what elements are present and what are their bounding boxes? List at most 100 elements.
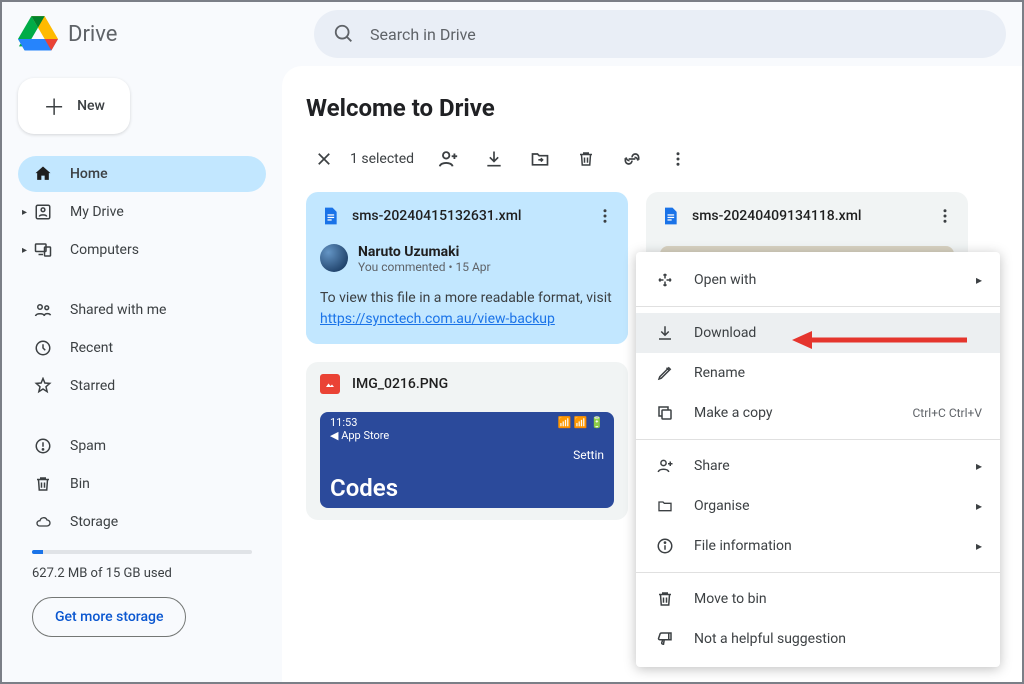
- chevron-right-icon: ▸: [976, 499, 982, 513]
- menu-file-info[interactable]: File information ▸: [636, 526, 1000, 566]
- menu-label: Make a copy: [694, 405, 773, 421]
- menu-label: Share: [694, 458, 730, 474]
- info-icon: [654, 537, 676, 555]
- menu-label: Not a helpful suggestion: [694, 631, 846, 647]
- selection-count: 1 selected: [350, 151, 414, 167]
- cloud-icon: [32, 514, 54, 530]
- search-placeholder: Search in Drive: [370, 25, 476, 44]
- nav: Home ▸ My Drive ▸ Computers: [18, 156, 266, 540]
- sidebar-item-mydrive[interactable]: ▸ My Drive: [18, 194, 266, 230]
- trash-icon: [654, 590, 676, 608]
- menu-move-to-bin[interactable]: Move to bin: [636, 579, 1000, 619]
- file-card-image[interactable]: IMG_0216.PNG 11:53📶 📶 🔋 ◀ App Store Sett…: [306, 362, 628, 520]
- avatar: [320, 244, 348, 272]
- menu-rename[interactable]: Rename: [636, 353, 1000, 393]
- star-icon: [32, 377, 54, 395]
- topbar: Drive Search in Drive: [2, 2, 1022, 66]
- download-icon: [654, 324, 676, 342]
- image-preview: 11:53📶 📶 🔋 ◀ App Store Settin Codes: [320, 412, 614, 508]
- home-icon: [32, 164, 54, 184]
- storage-bar: [32, 550, 252, 554]
- bin-icon: [32, 475, 54, 493]
- menu-share[interactable]: Share ▸: [636, 446, 1000, 486]
- computers-icon: [32, 241, 54, 259]
- context-menu: Open with ▸ Download Rename Make a copy …: [636, 252, 1000, 667]
- sidebar-item-spam[interactable]: Spam: [18, 428, 266, 464]
- menu-label: Move to bin: [694, 591, 767, 607]
- sidebar-item-recent[interactable]: Recent: [18, 330, 266, 366]
- new-button-label: New: [77, 98, 105, 114]
- card-more-icon[interactable]: [596, 207, 614, 225]
- chevron-right-icon: ▸: [976, 273, 982, 287]
- recent-icon: [32, 339, 54, 357]
- menu-label: Open with: [694, 272, 756, 288]
- new-button[interactable]: ＋ New: [18, 78, 130, 134]
- sidebar-item-label: Starred: [70, 378, 115, 394]
- chevron-right-icon: ▸: [22, 207, 27, 218]
- sidebar-item-label: Recent: [70, 340, 113, 356]
- move-icon[interactable]: [528, 149, 552, 169]
- sidebar-item-home[interactable]: Home: [18, 156, 266, 192]
- commenter-sub: You commented • 15 Apr: [358, 260, 491, 274]
- menu-not-helpful[interactable]: Not a helpful suggestion: [636, 619, 1000, 659]
- menu-organise[interactable]: Organise ▸: [636, 486, 1000, 526]
- copy-icon: [654, 404, 676, 422]
- shared-icon: [32, 301, 54, 319]
- open-with-icon: [654, 271, 676, 289]
- search-icon: [332, 23, 356, 45]
- menu-label: Rename: [694, 365, 745, 381]
- link-icon[interactable]: [620, 149, 644, 169]
- folder-icon: [654, 498, 676, 514]
- page-title: Welcome to Drive: [306, 94, 998, 122]
- file-card-selected[interactable]: sms-20240415132631.xml Naruto Uzumaki Yo…: [306, 192, 628, 344]
- drive-logo-icon: [18, 16, 58, 52]
- rename-icon: [654, 364, 676, 382]
- sidebar: ＋ New Home ▸ My Drive: [2, 66, 282, 682]
- spam-icon: [32, 437, 54, 455]
- more-options-icon[interactable]: [666, 150, 690, 168]
- mydrive-icon: [32, 203, 54, 221]
- file-name: sms-20240415132631.xml: [352, 208, 584, 224]
- chevron-right-icon: ▸: [976, 539, 982, 553]
- menu-shortcut: Ctrl+C Ctrl+V: [913, 406, 983, 420]
- plus-icon: ＋: [43, 90, 65, 122]
- storage-section: 627.2 MB of 15 GB used Get more storage: [18, 540, 266, 641]
- delete-icon[interactable]: [574, 149, 598, 169]
- menu-make-copy[interactable]: Make a copy Ctrl+C Ctrl+V: [636, 393, 1000, 433]
- chevron-right-icon: ▸: [976, 459, 982, 473]
- menu-download[interactable]: Download: [636, 313, 1000, 353]
- sidebar-item-starred[interactable]: Starred: [18, 368, 266, 404]
- body-link[interactable]: https://synctech.com.au/view-backup: [320, 311, 555, 327]
- thumbs-down-icon: [654, 630, 676, 648]
- app-name: Drive: [68, 22, 117, 47]
- sidebar-item-bin[interactable]: Bin: [18, 466, 266, 502]
- share-person-icon[interactable]: [436, 148, 460, 170]
- menu-label: File information: [694, 538, 792, 554]
- chevron-right-icon: ▸: [22, 245, 27, 256]
- share-icon: [654, 457, 676, 475]
- menu-open-with[interactable]: Open with ▸: [636, 260, 1000, 300]
- get-more-storage-button[interactable]: Get more storage: [32, 597, 186, 637]
- body-text: To view this file in a more readable for…: [320, 290, 612, 306]
- download-icon[interactable]: [482, 149, 506, 169]
- file-name: IMG_0216.PNG: [352, 376, 614, 392]
- storage-used-text: 627.2 MB of 15 GB used: [32, 566, 252, 581]
- card-body: To view this file in a more readable for…: [306, 280, 628, 344]
- logo-area: Drive: [18, 16, 282, 52]
- sidebar-item-label: Computers: [70, 242, 139, 258]
- sidebar-item-storage[interactable]: Storage: [18, 504, 266, 540]
- menu-label: Organise: [694, 498, 750, 514]
- sidebar-item-label: Spam: [70, 438, 106, 454]
- file-doc-icon: [660, 204, 680, 228]
- sidebar-item-label: Shared with me: [70, 302, 166, 318]
- image-file-icon: [320, 374, 340, 394]
- sidebar-item-label: Bin: [70, 476, 90, 492]
- sidebar-item-label: Home: [70, 166, 108, 182]
- file-doc-icon: [320, 204, 340, 228]
- close-selection-icon[interactable]: [312, 150, 336, 168]
- card-more-icon[interactable]: [936, 207, 954, 225]
- sidebar-item-computers[interactable]: ▸ Computers: [18, 232, 266, 268]
- selection-toolbar: 1 selected: [306, 142, 998, 176]
- sidebar-item-shared[interactable]: Shared with me: [18, 292, 266, 328]
- search-bar[interactable]: Search in Drive: [314, 10, 1006, 58]
